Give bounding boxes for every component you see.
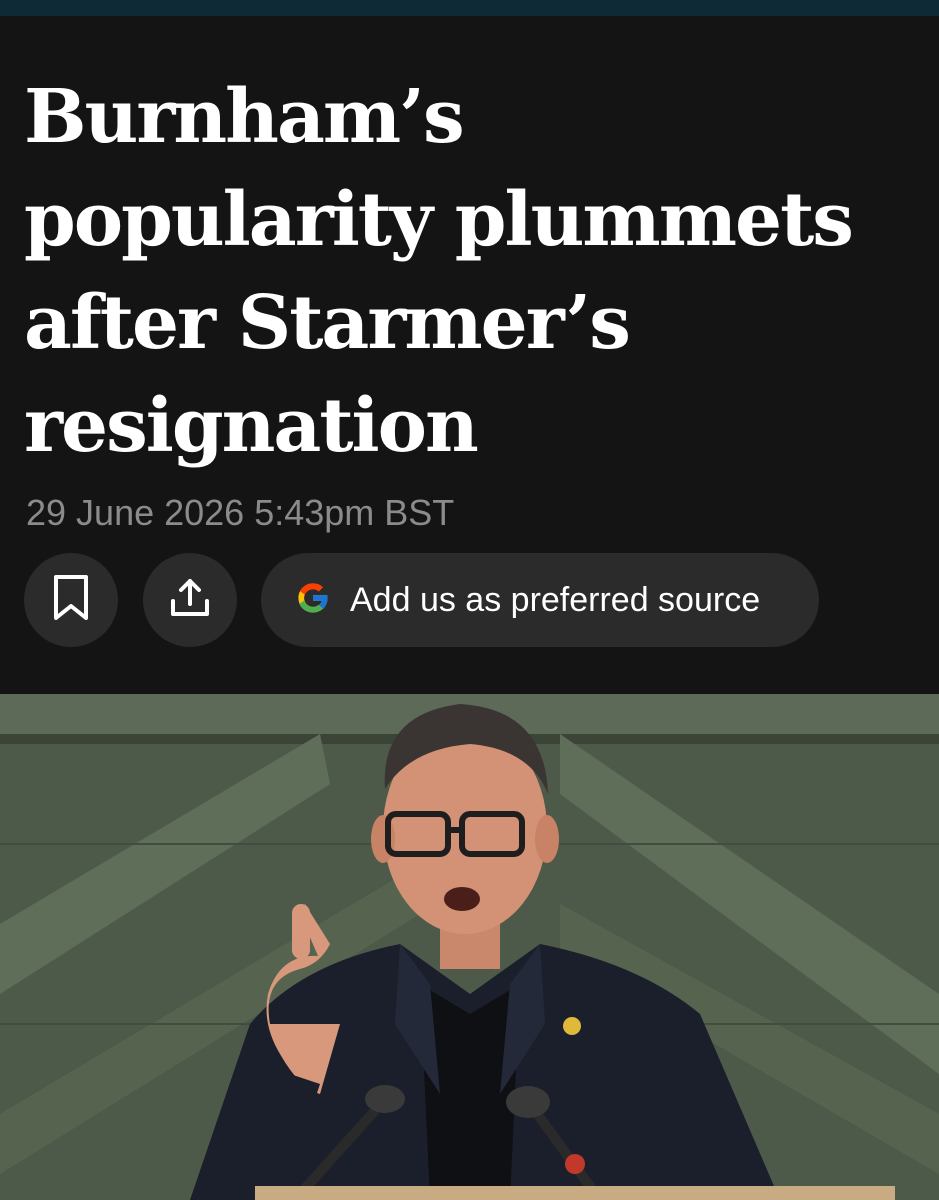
bookmark-button[interactable] (24, 553, 118, 647)
share-icon (168, 576, 212, 625)
article-headline: Burnham’s popularity plummets after Star… (24, 74, 854, 469)
add-preferred-source-button[interactable]: Add us as preferred source (261, 553, 819, 647)
article-photo (0, 694, 939, 1200)
preferred-source-label: Add us as preferred source (350, 580, 761, 619)
google-g-icon (294, 579, 332, 622)
bookmark-icon (51, 574, 91, 627)
share-button[interactable] (143, 553, 237, 647)
top-bar (0, 0, 939, 16)
article-timestamp: 29 June 2026 5:43pm BST (26, 492, 455, 533)
